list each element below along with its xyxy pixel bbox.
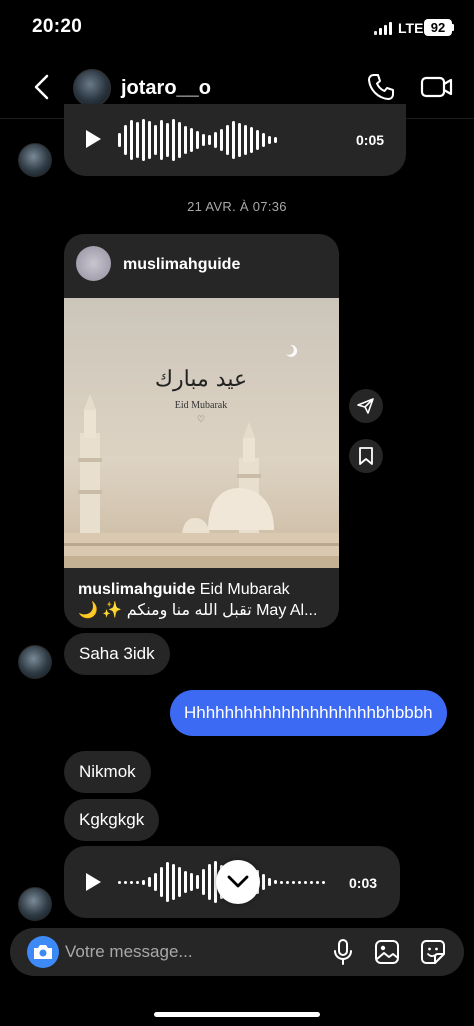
sender-avatar[interactable] [18, 143, 52, 177]
post-image-caption: Eid Mubarak [175, 400, 228, 411]
send-icon [357, 398, 374, 414]
received-message[interactable]: Kgkgkgk [64, 799, 160, 841]
battery-icon [452, 24, 454, 31]
sent-message[interactable]: Hhhhhhhhhhhhhhhhhhhhbhbbbh [170, 690, 447, 736]
back-icon[interactable] [28, 72, 56, 102]
signal-icon [374, 22, 392, 35]
contact-avatar[interactable] [73, 69, 111, 107]
home-indicator[interactable] [154, 1012, 320, 1017]
post-author[interactable]: muslimahguide [123, 256, 240, 274]
share-button[interactable] [349, 389, 383, 423]
play-icon[interactable] [84, 872, 102, 892]
waveform[interactable] [118, 118, 277, 162]
received-message[interactable]: Saha 3idk [64, 633, 170, 675]
post-author-avatar[interactable] [76, 246, 111, 281]
contact-username[interactable]: jotaro__o [121, 77, 211, 100]
voice-message[interactable]: 0:05 [64, 104, 406, 176]
caption-author: muslimahguide [78, 581, 196, 598]
video-icon[interactable] [420, 72, 454, 102]
save-button[interactable] [349, 439, 383, 473]
caption-text-2: 🌙 ✨ تقبل الله منا ومنكم May Al... [78, 602, 318, 619]
sticker-icon[interactable] [420, 939, 446, 965]
sender-avatar[interactable] [18, 645, 52, 679]
message-timestamp: 21 AVR. À 07:36 [187, 199, 287, 214]
scroll-down-button[interactable] [216, 860, 260, 904]
received-message[interactable]: Nikmok [64, 751, 151, 793]
chevron-down-icon [227, 875, 249, 888]
status-time: 20:20 [32, 16, 83, 37]
message-input[interactable]: Votre message... [65, 942, 193, 962]
gallery-icon[interactable] [374, 939, 400, 965]
voice-duration: 0:05 [356, 132, 385, 148]
post-caption[interactable]: muslimahguide Eid Mubarak 🌙 ✨ تقبل الله … [78, 579, 333, 621]
camera-button[interactable] [27, 936, 59, 968]
shared-post[interactable]: muslimahguide عيد مبارك Eid Mubarak ♡ mu… [64, 234, 339, 628]
bookmark-icon [359, 447, 373, 465]
svg-text:♡: ♡ [197, 415, 205, 425]
battery-level: 92 [424, 19, 452, 36]
sender-avatar[interactable] [18, 887, 52, 921]
post-image[interactable]: عيد مبارك Eid Mubarak ♡ [64, 298, 339, 568]
post-image-arabic: عيد مبارك [155, 367, 247, 392]
play-icon[interactable] [84, 129, 102, 149]
phone-icon[interactable] [366, 72, 396, 102]
message-composer[interactable]: Votre message... [10, 928, 464, 976]
caption-text: Eid Mubarak [195, 581, 290, 598]
microphone-icon[interactable] [332, 939, 354, 965]
network-type: LTE [398, 20, 424, 36]
voice-duration: 0:03 [349, 875, 378, 891]
camera-icon [34, 945, 52, 959]
